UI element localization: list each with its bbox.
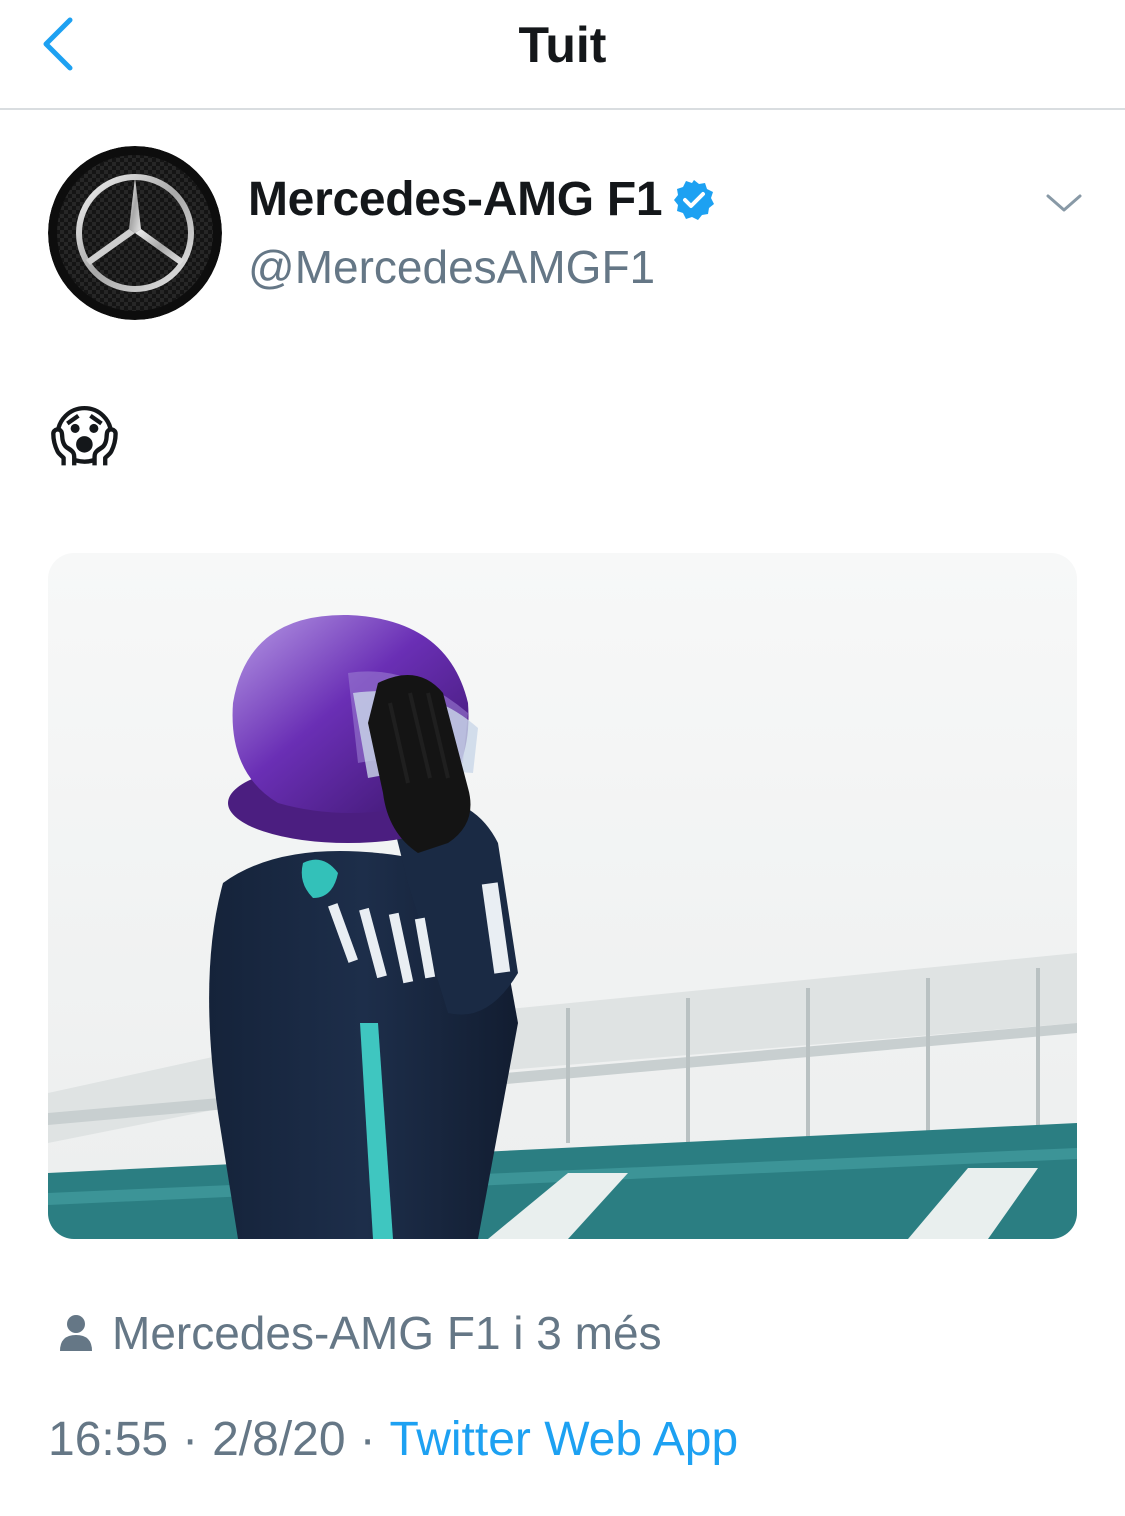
tweet-text: 😱: [50, 399, 119, 473]
separator: ·: [182, 1413, 199, 1466]
page-title: Tuit: [518, 17, 607, 73]
author-avatar[interactable]: [48, 146, 222, 320]
tagged-people[interactable]: Mercedes-AMG F1 i 3 més: [58, 1306, 662, 1360]
tagged-people-text: Mercedes-AMG F1 i 3 més: [112, 1307, 662, 1359]
photo-driver-helmet: [48, 553, 1077, 1239]
tweet-media-photo[interactable]: [48, 553, 1077, 1239]
tweet-date: 2/8/20: [212, 1413, 346, 1466]
verified-badge-icon: [674, 179, 715, 220]
separator: ·: [359, 1413, 376, 1466]
mercedes-star-logo-icon: [48, 146, 222, 320]
author-name-text: Mercedes-AMG F1: [248, 173, 663, 226]
author-handle[interactable]: @MercedesAMGF1: [248, 240, 655, 294]
top-navigation-bar: Tuit: [0, 0, 1125, 110]
person-icon: [60, 1315, 92, 1351]
tweet-source-link[interactable]: Twitter Web App: [390, 1412, 739, 1467]
tweet-metadata: 16:55 · 2/8/20 · Twitter Web App: [48, 1412, 738, 1467]
chevron-down-icon: [1046, 194, 1082, 212]
tweet-menu-button[interactable]: [1040, 180, 1088, 228]
tweet-time: 16:55: [48, 1413, 169, 1466]
author-name[interactable]: Mercedes-AMG F1: [248, 172, 716, 227]
